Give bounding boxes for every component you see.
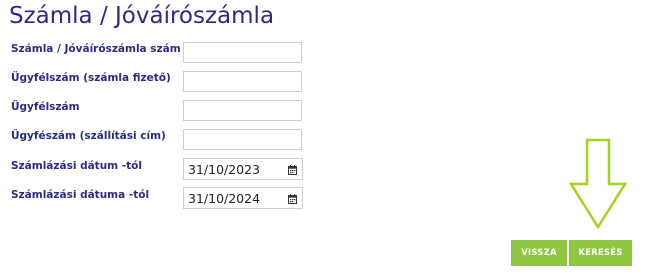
customer-number-input[interactable]	[183, 100, 302, 121]
page-title: Számla / Jóváírószámla	[9, 3, 275, 29]
back-button[interactable]: VISSZA	[511, 240, 567, 266]
customer-number-label: Ügyfélszám	[11, 101, 80, 113]
customer-number-payer-label: Ügyfélszám (számla fizető)	[11, 72, 171, 84]
invoice-date-to-value: 31/10/2024	[188, 191, 261, 206]
invoice-date-from-value: 31/10/2023	[188, 162, 261, 177]
invoice-date-to-label: Számlázási dátuma -tól	[11, 189, 150, 201]
down-arrow-icon	[568, 138, 628, 230]
invoice-number-label: Számla / Jóváírószámla szám	[11, 43, 181, 55]
invoice-date-to-input[interactable]: 31/10/2024	[183, 187, 303, 209]
invoice-date-from-label: Számlázási dátum -tól	[11, 160, 142, 172]
calendar-icon[interactable]	[288, 194, 297, 204]
invoice-date-from-input[interactable]: 31/10/2023	[183, 158, 303, 180]
customer-number-shipping-input[interactable]	[183, 129, 302, 150]
invoice-number-input[interactable]	[183, 42, 302, 63]
customer-number-payer-input[interactable]	[183, 71, 302, 92]
calendar-icon[interactable]	[288, 165, 297, 175]
customer-number-shipping-label: Ügyfészám (szállítási cím)	[11, 130, 166, 142]
search-button[interactable]: KERESÉS	[569, 240, 632, 266]
